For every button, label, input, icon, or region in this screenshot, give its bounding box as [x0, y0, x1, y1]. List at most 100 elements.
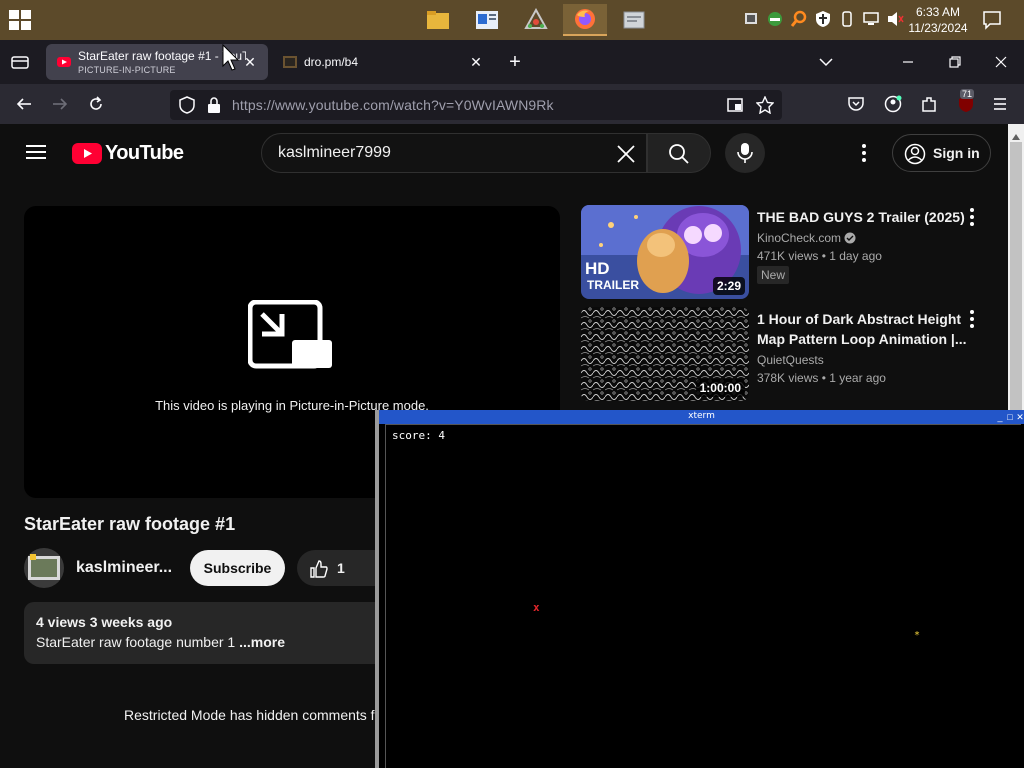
menu-hamburger-icon[interactable]	[990, 94, 1010, 114]
enemy-glyph: x	[533, 601, 540, 614]
recommendation-meta: 378K views • 1 year ago	[757, 371, 886, 385]
thumbnail-overlay-text: TRAILER	[587, 278, 639, 292]
firefox-view-icon[interactable]	[10, 54, 30, 70]
channel-avatar[interactable]	[24, 548, 64, 588]
tab-title: dro.pm/b4	[304, 55, 359, 69]
usb-icon[interactable]	[838, 10, 856, 28]
star-glyph: *	[914, 630, 921, 641]
shield-icon[interactable]	[814, 10, 832, 28]
system-clock[interactable]: 6:33 AM 11/23/2024	[906, 4, 970, 36]
microphone-icon	[737, 143, 753, 163]
subscribe-button[interactable]: Subscribe	[190, 550, 285, 586]
search-button[interactable]	[647, 133, 711, 173]
app-window-icon[interactable]	[612, 4, 656, 36]
forward-icon[interactable]	[50, 94, 70, 114]
pocket-icon[interactable]	[846, 94, 866, 114]
back-icon[interactable]	[14, 94, 34, 114]
channel-name[interactable]: kaslmineer...	[76, 559, 172, 577]
browser-nav-bar: https://www.youtube.com/watch?v=Y0WvIAWN…	[0, 84, 1024, 124]
restricted-mode-notice: Restricted Mode has hidden comments f	[124, 707, 375, 723]
xterm-titlebar[interactable]: xterm _ □ ✕	[379, 410, 1024, 424]
video-title: StarEater raw footage #1	[24, 514, 236, 534]
search-input[interactable]: kaslmineer7999	[261, 133, 647, 173]
recommendation-title: THE BAD GUYS 2 Trailer (2025)	[757, 209, 965, 225]
recommendation-channel[interactable]: QuietQuests	[757, 353, 824, 367]
verified-check-icon	[844, 232, 856, 244]
picture-in-picture-icon[interactable]	[726, 96, 744, 114]
dro-pm-favicon-icon	[282, 54, 298, 70]
list-all-tabs-icon[interactable]	[818, 54, 834, 70]
close-tab-icon[interactable]: ✕	[468, 54, 484, 70]
recommendation-item[interactable]: HD TRAILER 2:29 THE BAD GUYS 2 Trailer (…	[581, 205, 991, 299]
xterm-close-icon[interactable]: ✕	[1015, 412, 1024, 422]
browser-tab-bar: StarEater raw footage #1 - YouTube PICTU…	[0, 40, 1024, 84]
url-text: https://www.youtube.com/watch?v=Y0WvIAWN…	[232, 97, 554, 113]
lock-icon[interactable]	[206, 96, 222, 114]
ublock-extension-icon[interactable]: 71	[955, 89, 977, 114]
clear-search-icon[interactable]	[616, 144, 636, 164]
new-badge: New	[757, 266, 790, 284]
xterm-window[interactable]: xterm _ □ ✕ score: 4 x *	[375, 410, 1024, 768]
thumbs-up-icon	[310, 560, 328, 578]
app-icon[interactable]	[514, 4, 558, 36]
recommendation-title: 1 Hour of Dark Abstract Height Map Patte…	[757, 311, 967, 347]
video-thumbnail[interactable]: 1:00:00	[581, 307, 749, 401]
windows-start-icon[interactable]	[8, 8, 32, 32]
duration-badge: 2:29	[712, 277, 745, 295]
volume-muted-icon[interactable]	[886, 10, 904, 28]
display-icon[interactable]	[862, 10, 880, 28]
mouse-cursor-icon	[222, 43, 242, 72]
settings-kebab-icon[interactable]	[858, 143, 870, 163]
recommendation-meta: 471K views • 1 day ago	[757, 249, 882, 263]
action-menu-icon[interactable]	[965, 309, 979, 329]
extensions-icon[interactable]	[919, 94, 939, 114]
youtube-play-icon	[72, 142, 102, 164]
tab-title: StarEater raw footage #1 - YouTube	[78, 49, 246, 63]
account-icon[interactable]	[883, 94, 903, 114]
close-tab-icon[interactable]: ✕	[242, 54, 258, 70]
xterm-minimize-icon[interactable]: _	[995, 412, 1005, 422]
tab-dro-pm[interactable]: dro.pm/b4 ✕	[272, 44, 494, 80]
news-app-icon[interactable]	[465, 4, 509, 36]
close-window-icon[interactable]	[993, 54, 1009, 70]
show-more-link[interactable]: ...more	[239, 634, 285, 650]
sign-in-button[interactable]: Sign in	[892, 134, 991, 172]
firefox-icon[interactable]	[563, 4, 607, 36]
score-readout: score: 4	[392, 429, 445, 442]
notification-icon[interactable]	[982, 10, 1002, 30]
xterm-maximize-icon[interactable]: □	[1005, 412, 1015, 422]
recommendation-item[interactable]: 1:00:00 1 Hour of Dark Abstract Height M…	[581, 307, 991, 401]
search-tray-icon[interactable]	[790, 10, 808, 28]
picture-in-picture-icon	[248, 300, 332, 369]
device-icon[interactable]	[742, 10, 760, 28]
reload-icon[interactable]	[86, 94, 106, 114]
guide-menu-icon[interactable]	[24, 142, 48, 162]
extension-badge: 71	[960, 89, 975, 99]
voice-search-button[interactable]	[725, 133, 765, 173]
thumbnail-overlay-text: HD	[585, 259, 610, 278]
url-bar[interactable]: https://www.youtube.com/watch?v=Y0WvIAWN…	[170, 90, 782, 120]
account-circle-icon	[904, 143, 926, 165]
tracking-protection-shield-icon[interactable]	[178, 96, 196, 114]
bookmark-star-icon[interactable]	[755, 95, 775, 115]
recommendation-channel[interactable]: KinoCheck.com	[757, 231, 856, 245]
description-text: StarEater raw footage number 1 ...more	[36, 634, 286, 650]
scroll-up-arrow-icon[interactable]	[1012, 128, 1020, 140]
terminal-area[interactable]: score: 4 x *	[385, 424, 1021, 768]
video-thumbnail[interactable]: HD TRAILER 2:29	[581, 205, 749, 299]
windows-taskbar: 6:33 AM 11/23/2024	[0, 0, 1024, 40]
xterm-title: xterm	[688, 411, 715, 421]
minimize-icon[interactable]	[900, 54, 916, 70]
video-stats: 4 views 3 weeks ago	[36, 614, 173, 630]
restore-icon[interactable]	[947, 54, 963, 70]
new-tab-icon[interactable]: +	[506, 52, 524, 72]
duration-badge: 1:00:00	[695, 379, 745, 397]
file-explorer-icon[interactable]	[416, 4, 460, 36]
network-app-icon[interactable]	[766, 10, 784, 28]
search-icon	[669, 144, 689, 164]
youtube-logo[interactable]: YouTube	[72, 141, 184, 165]
action-menu-icon[interactable]	[965, 207, 979, 227]
youtube-favicon-icon	[56, 54, 72, 70]
tab-subtitle: PICTURE-IN-PICTURE	[78, 65, 176, 75]
like-button[interactable]: 1	[297, 550, 387, 586]
